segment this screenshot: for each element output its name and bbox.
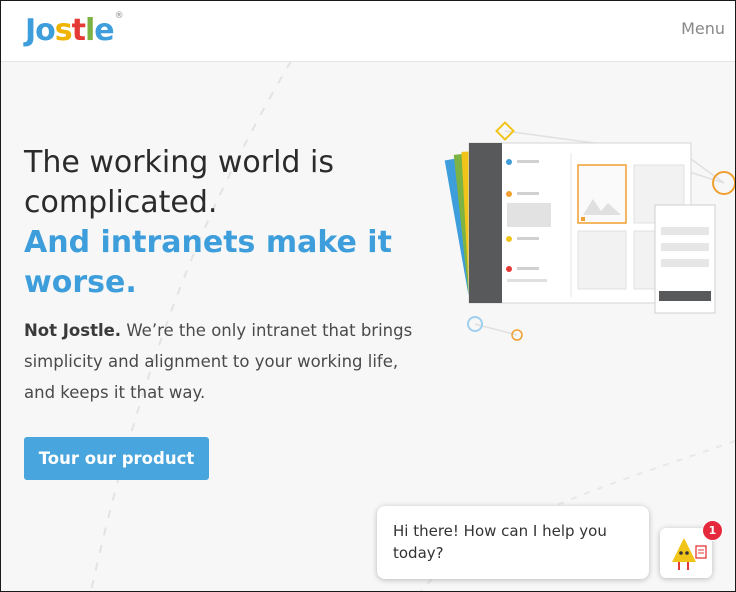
- logo-letter: t: [71, 13, 86, 48]
- logo-letter: e: [94, 13, 114, 48]
- logo-letter: l: [85, 13, 95, 48]
- logo-letter: J: [25, 13, 36, 48]
- hero-description: Not Jostle. We’re the only intranet that…: [24, 315, 424, 408]
- logo-letter: o: [35, 13, 56, 48]
- unread-badge: 1: [702, 520, 723, 541]
- page-frame: Jostle® Menu The working world is compli…: [0, 0, 736, 592]
- hero-headline: The working world is complicated. And in…: [24, 143, 444, 303]
- intranet-illustration: [444, 121, 735, 341]
- site-header: Jostle® Menu: [1, 1, 735, 62]
- headline-line-2: And intranets make it worse.: [24, 225, 392, 300]
- tour-product-button[interactable]: Tour our product: [24, 437, 209, 480]
- chat-greeting-bubble[interactable]: Hi there! How can I help you today?: [377, 506, 649, 579]
- description-lead: Not Jostle.: [24, 321, 122, 340]
- menu-button[interactable]: Menu: [681, 19, 725, 38]
- jostle-logo[interactable]: Jostle®: [25, 9, 124, 53]
- registered-mark: ®: [114, 11, 124, 21]
- headline-line-1: The working world is complicated.: [24, 145, 334, 220]
- logo-letter: s: [54, 13, 73, 48]
